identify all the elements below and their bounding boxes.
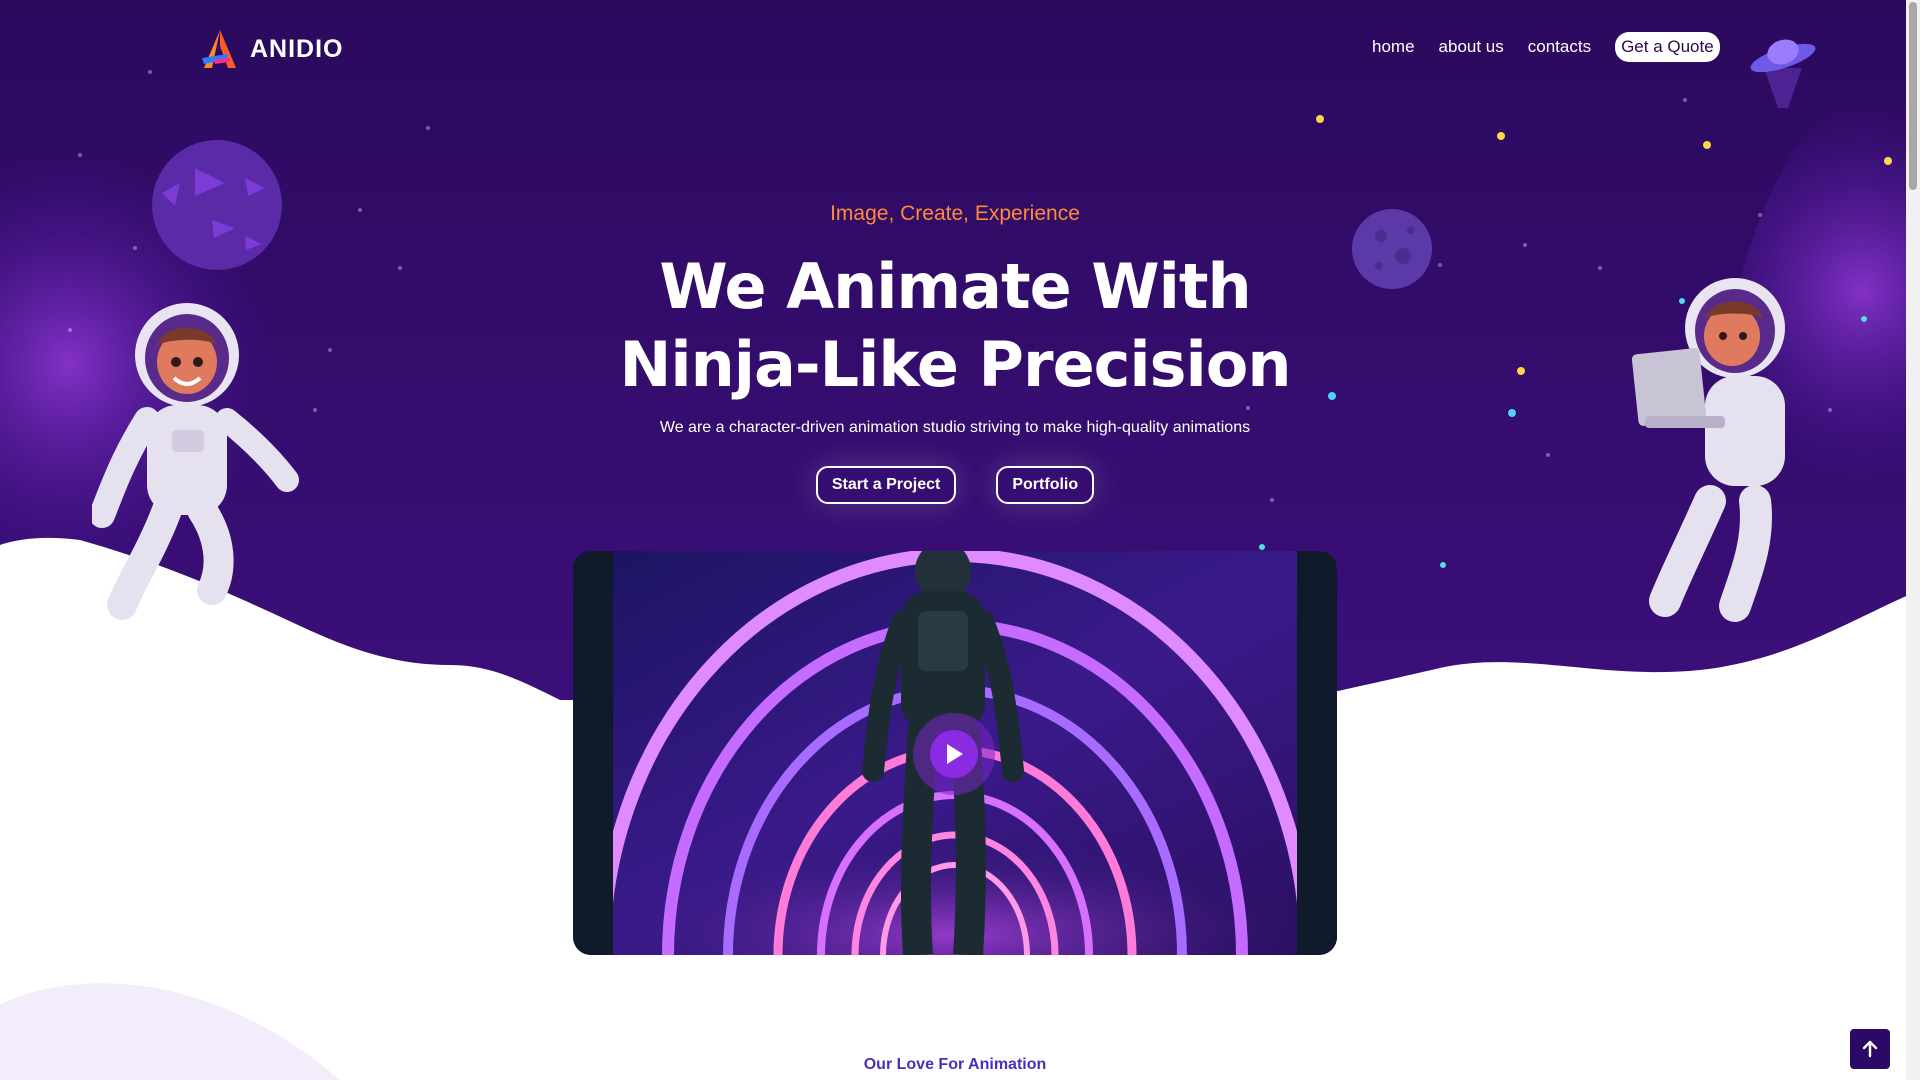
- play-icon: [947, 744, 963, 764]
- logo-icon: [202, 30, 236, 68]
- astronaut-laptop-icon: [1631, 278, 1785, 622]
- hero-tagline: Image, Create, Experience: [830, 202, 1080, 225]
- hero-headline: We Animate With Ninja-Like Precision: [619, 250, 1291, 401]
- portfolio-button[interactable]: Portfolio: [996, 466, 1095, 504]
- brand-name: ANIDIO: [250, 34, 344, 63]
- nav-link-contacts[interactable]: contacts: [1528, 37, 1591, 57]
- play-button-inner: [930, 730, 978, 778]
- get-a-quote-button[interactable]: Get a Quote: [1615, 32, 1720, 62]
- scroll-to-top-button[interactable]: [1850, 1029, 1890, 1069]
- start-project-button[interactable]: Start a Project: [815, 466, 957, 504]
- brand-logo[interactable]: ANIDIO: [200, 28, 344, 70]
- main-nav: home about us contacts Get a Quote: [1372, 32, 1720, 62]
- hero-subtext: We are a character-driven animation stud…: [659, 419, 1251, 436]
- ufo-icon: [1750, 39, 1816, 108]
- page-scrollbar[interactable]: [1906, 0, 1920, 1080]
- section-label: Our Love For Animation: [863, 1056, 1047, 1073]
- play-button[interactable]: [913, 713, 995, 795]
- nav-link-home[interactable]: home: [1372, 37, 1415, 57]
- nav-link-about-us[interactable]: about us: [1439, 37, 1504, 57]
- landing-page: ANIDIO home about us contacts Get a Quot…: [0, 0, 1920, 1080]
- astronaut-icon: [92, 303, 299, 620]
- scrollbar-thumb[interactable]: [1909, 2, 1917, 190]
- arrow-up-icon: [1862, 1040, 1878, 1058]
- hero-cta-group: Start a Project Portfolio: [0, 466, 1910, 504]
